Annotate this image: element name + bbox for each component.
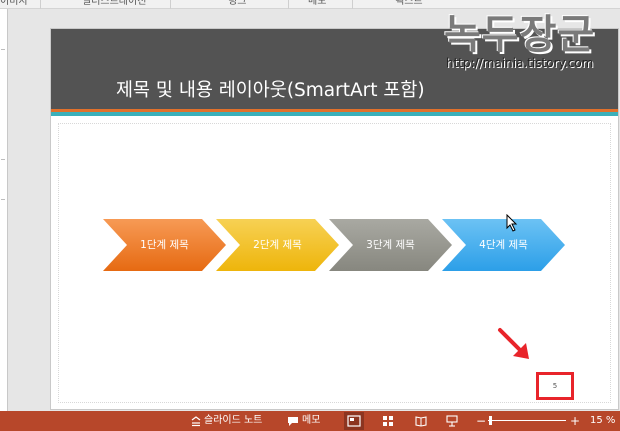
smartart-step-label: 4단계 제목 [479, 239, 528, 251]
mouse-cursor-icon [506, 214, 518, 232]
smartart-step-label: 1단계 제목 [140, 239, 189, 251]
notes-toggle-icon [191, 416, 201, 427]
watermark: 녹두장군 http://mainia.tistory.com [440, 2, 620, 77]
pane-marker [1, 49, 5, 50]
normal-view-icon [347, 415, 361, 427]
slide-canvas[interactable]: 제목 및 내용 레이아웃(SmartArt 포함) 1단계 제목 2단계 제목 [50, 28, 619, 410]
ribbon-group-text: 텍스트 [395, 0, 423, 7]
zoom-slider[interactable] [488, 416, 566, 425]
smartart-step-label: 3단계 제목 [366, 239, 415, 251]
zoom-slider-thumb[interactable] [489, 416, 492, 425]
smartart-step-2[interactable]: 2단계 제목 [216, 219, 339, 271]
slide-title[interactable]: 제목 및 내용 레이아웃(SmartArt 포함) [116, 76, 425, 102]
comment-icon [288, 417, 298, 426]
ribbon-group-links: 링크 [228, 0, 247, 7]
normal-view-button[interactable] [344, 412, 364, 430]
reading-view-icon[interactable] [415, 415, 427, 427]
comments-button[interactable]: 메모 [302, 411, 320, 431]
slide-sorter-icon[interactable] [382, 415, 394, 427]
ribbon-group-illustrations: 일러스트레이션 [82, 0, 147, 7]
notes-button[interactable]: 슬라이드 노트 [204, 411, 262, 431]
ribbon-group-comments: 메모 [308, 0, 327, 7]
ribbon-separator [288, 0, 289, 9]
watermark-title: 녹두장군 [444, 11, 596, 58]
smartart-step-1[interactable]: 1단계 제목 [103, 219, 226, 271]
ribbon-separator [170, 0, 171, 9]
accent-line-teal [51, 112, 618, 116]
red-arrow-icon [498, 328, 529, 359]
slide-thumbnail-pane[interactable] [0, 9, 8, 411]
minus-icon: − [476, 414, 487, 428]
zoom-in-button[interactable]: + [570, 411, 580, 431]
watermark-url: http://mainia.tistory.com [446, 56, 594, 70]
smartart-step-label: 2단계 제목 [253, 239, 302, 251]
pane-marker [1, 159, 5, 160]
slide-number: 5 [552, 382, 558, 390]
ribbon-separator [352, 0, 353, 9]
zoom-out-button[interactable]: − [476, 411, 486, 431]
ribbon-group-images: 이미지 [0, 0, 28, 7]
status-bar: 슬라이드 노트 메모 − + 15 % [0, 411, 620, 431]
zoom-level[interactable]: 15 % [590, 411, 615, 431]
smartart-step-4[interactable]: 4단계 제목 [442, 219, 565, 271]
slideshow-icon[interactable] [446, 415, 458, 427]
pane-marker [1, 199, 5, 200]
plus-icon: + [570, 414, 581, 428]
slide-number-placeholder[interactable]: 5 [536, 372, 574, 400]
smartart-step-3[interactable]: 3단계 제목 [329, 219, 452, 271]
ribbon-separator [40, 0, 41, 9]
